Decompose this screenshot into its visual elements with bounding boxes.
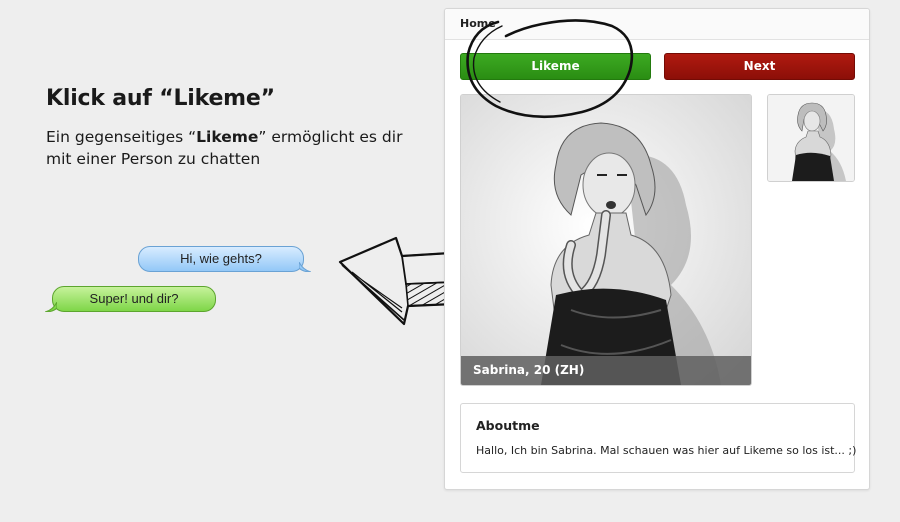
about-title: Aboutme — [476, 418, 540, 433]
profile-thumbnail[interactable] — [767, 94, 855, 182]
next-button[interactable]: Next — [664, 53, 855, 80]
sketch-circle-icon — [466, 19, 634, 119]
about-section: Aboutme Hallo, Ich bin Sabrina. Mal scha… — [460, 403, 857, 473]
chat-bubble-text: Super! und dir? — [89, 291, 179, 306]
chat-bubble-outgoing: Super! und dir? — [45, 286, 216, 312]
chat-bubble-text: Hi, wie gehts? — [180, 251, 262, 266]
promo-desc-start: Ein gegenseitiges “ — [46, 128, 197, 146]
chat-bubble-incoming: Hi, wie gehts? — [138, 246, 311, 272]
promo-title: Klick auf “Likeme” — [46, 86, 275, 111]
promo-description: Ein gegenseitiges “Likeme” ermöglicht es… — [46, 126, 406, 170]
promo-desc-bold: Likeme — [196, 128, 259, 146]
bubble-tail-icon — [45, 302, 57, 312]
bubble-tail-icon — [299, 262, 311, 272]
profile-photo[interactable]: Sabrina, 20 (ZH) — [460, 94, 752, 386]
photo-caption: Sabrina, 20 (ZH) — [461, 356, 751, 385]
about-text: Hallo, Ich bin Sabrina. Mal schauen was … — [476, 444, 857, 457]
person-thumbnail-icon — [768, 95, 854, 181]
person-photo-icon — [461, 95, 751, 385]
